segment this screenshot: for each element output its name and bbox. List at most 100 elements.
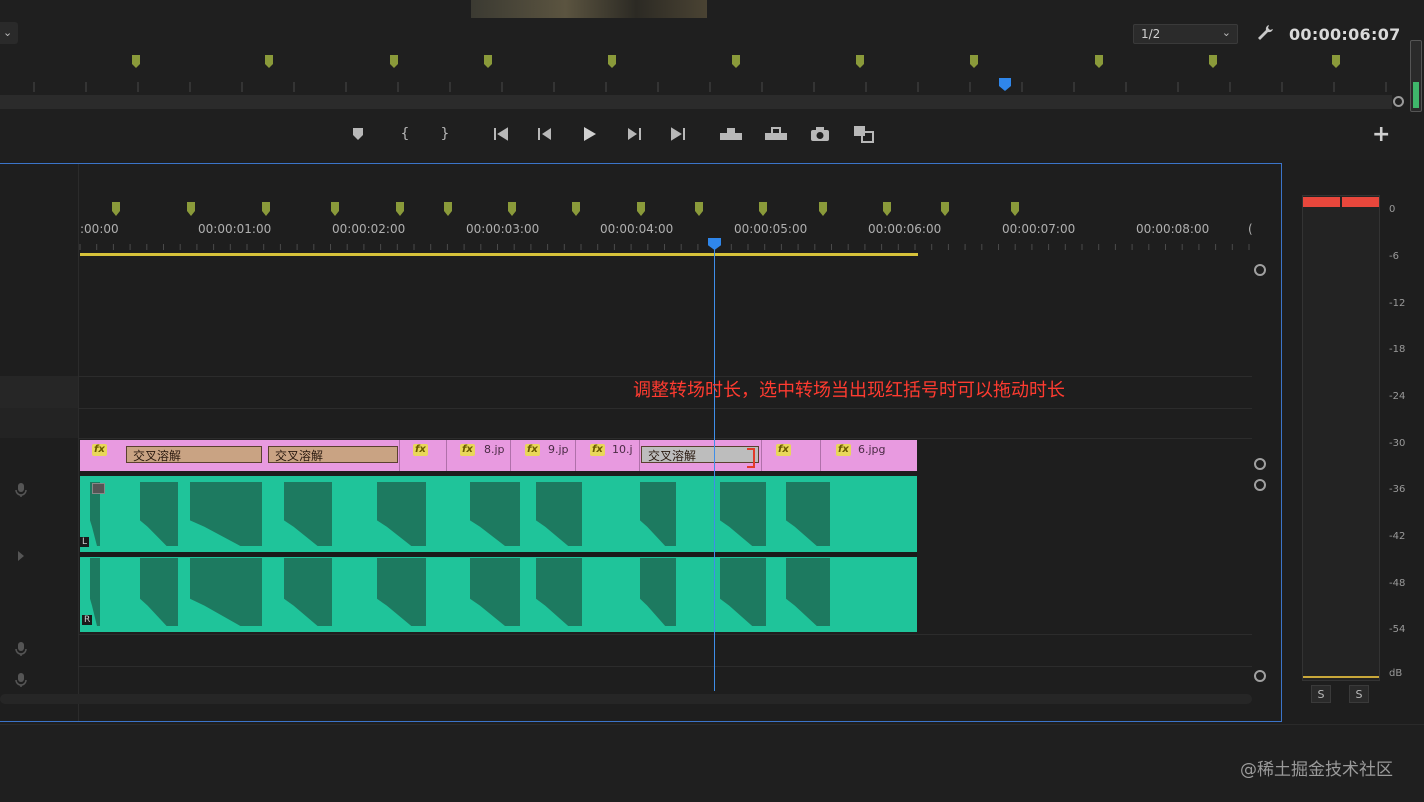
timeline-horizontal-scrollbar[interactable] xyxy=(0,694,1252,704)
add-button[interactable]: + xyxy=(1372,122,1390,147)
video-clip[interactable]: fx xyxy=(762,440,821,471)
transition-cross-dissolve-selected[interactable]: 交叉溶解 xyxy=(641,446,759,463)
db-label: -12 xyxy=(1389,298,1406,309)
solo-right-button[interactable]: S xyxy=(1349,685,1369,703)
fx-badge: fx xyxy=(590,444,605,456)
annotation-text: 调整转场时长，选中转场当出现红括号时可以拖动时长 xyxy=(633,380,1065,401)
right-peak-indicator[interactable] xyxy=(1342,197,1379,207)
ruler-label: :00:00 xyxy=(80,222,119,236)
wrench-icon[interactable] xyxy=(1255,23,1275,43)
marker-icon xyxy=(187,202,195,216)
video-clip[interactable]: fx xyxy=(400,440,447,471)
waveform-segment xyxy=(470,558,520,626)
fx-badge: fx xyxy=(413,444,428,456)
marker-icon xyxy=(1332,55,1340,68)
video-track-v1: fx 交叉溶解 交叉溶解 fx fx 8.jp fx 9.jp fx 10.j … xyxy=(80,440,917,471)
waveform-segment xyxy=(140,482,178,546)
extract-icon[interactable] xyxy=(763,122,789,146)
watermark: @稀土掘金技术社区 xyxy=(1240,760,1393,780)
ruler-label: 00:00:01:00 xyxy=(198,222,271,236)
program-mini-ruler[interactable] xyxy=(0,48,1400,98)
ruler-label: 00:00:05:00 xyxy=(734,222,807,236)
step-back-icon[interactable] xyxy=(532,122,558,146)
marker-icon xyxy=(819,202,827,216)
step-forward-icon[interactable] xyxy=(621,122,647,146)
marker-icon xyxy=(390,55,398,68)
video-clip[interactable]: fx 10.j xyxy=(576,440,640,471)
audio-fx-icon xyxy=(92,483,105,494)
program-timecode[interactable]: 00:00:06:07 xyxy=(1289,25,1401,44)
marker-icon xyxy=(1011,202,1019,216)
audio-zoom-handle[interactable] xyxy=(1254,479,1266,491)
transition-label: 交叉溶解 xyxy=(648,449,697,463)
ruler-label: ( xyxy=(1248,222,1253,236)
bottom-bar xyxy=(0,724,1424,802)
mark-in-icon[interactable]: { xyxy=(392,122,418,146)
work-area-bar[interactable] xyxy=(80,253,918,256)
video-clip[interactable]: fx 6.jpg xyxy=(821,440,917,471)
db-label: -30 xyxy=(1389,438,1406,449)
transition-cross-dissolve[interactable]: 交叉溶解 xyxy=(126,446,262,463)
audio-meter xyxy=(1302,195,1380,681)
mark-out-icon[interactable]: } xyxy=(432,122,458,146)
marker-icon xyxy=(444,202,452,216)
waveform-segment xyxy=(720,482,766,546)
play-icon[interactable] xyxy=(576,122,602,146)
add-marker-icon[interactable] xyxy=(345,122,371,146)
track-header-v3[interactable] xyxy=(0,376,78,408)
marker-icon xyxy=(265,55,273,68)
zoom-handle[interactable] xyxy=(1393,96,1404,107)
fx-badge: fx xyxy=(525,444,540,456)
go-to-in-icon[interactable] xyxy=(489,122,515,146)
left-peak-indicator[interactable] xyxy=(1303,197,1340,207)
marker-icon xyxy=(970,55,978,68)
waveform-segment xyxy=(190,558,262,626)
program-preview-image xyxy=(471,0,707,18)
timeline-ruler[interactable]: :00:00 00:00:01:00 00:00:02:00 00:00:03:00 0… xyxy=(78,164,1258,256)
track-divider xyxy=(78,438,1252,439)
ruler-label: 00:00:07:00 xyxy=(1002,222,1075,236)
marker-icon xyxy=(608,55,616,68)
microphone-icon[interactable] xyxy=(14,641,28,657)
expand-arrow-icon[interactable] xyxy=(17,550,25,562)
marker-icon xyxy=(1095,55,1103,68)
track-headers xyxy=(0,164,79,721)
track-divider xyxy=(78,634,1252,635)
lift-icon[interactable] xyxy=(718,122,744,146)
marker-icon xyxy=(732,55,740,68)
waveform-segment xyxy=(640,558,676,626)
transition-cross-dissolve[interactable]: 交叉溶解 xyxy=(268,446,398,463)
microphone-icon[interactable] xyxy=(14,482,28,498)
compare-view-icon[interactable] xyxy=(851,122,877,146)
program-scrollbar[interactable] xyxy=(0,95,1392,109)
track-header-v2[interactable] xyxy=(0,408,78,438)
chevron-down-icon: ⌄ xyxy=(1221,26,1231,39)
ruler-label: 00:00:06:00 xyxy=(868,222,941,236)
waveform-segment xyxy=(640,482,676,546)
camera-icon[interactable] xyxy=(807,122,833,146)
waveform-segment xyxy=(470,482,520,546)
waveform-segment xyxy=(140,558,178,626)
video-clip[interactable]: fx 8.jp xyxy=(447,440,511,471)
ruler-label: 00:00:02:00 xyxy=(332,222,405,236)
audio-zoom-handle[interactable] xyxy=(1254,670,1266,682)
playback-resolution-select[interactable]: 1/2 ⌄ xyxy=(1133,24,1238,44)
marker-icon xyxy=(941,202,949,216)
left-channel-label: L xyxy=(80,537,90,547)
waveform-segment xyxy=(536,558,582,626)
resolution-value: 1/2 xyxy=(1141,27,1161,41)
marker-icon xyxy=(572,202,580,216)
waveform-segment xyxy=(786,482,830,546)
trim-bracket-icon[interactable] xyxy=(745,447,757,469)
video-clip[interactable]: fx 9.jp xyxy=(511,440,576,471)
video-zoom-handle[interactable] xyxy=(1254,264,1266,276)
solo-left-button[interactable]: S xyxy=(1311,685,1331,703)
video-zoom-handle[interactable] xyxy=(1254,458,1266,470)
db-label: 0 xyxy=(1389,204,1396,215)
go-to-out-icon[interactable] xyxy=(664,122,690,146)
panel-menu-dropdown[interactable]: ⌄ xyxy=(0,22,18,44)
playhead-line[interactable] xyxy=(714,242,715,691)
waveform-segment xyxy=(284,558,332,626)
microphone-icon[interactable] xyxy=(14,672,28,688)
program-monitor-panel: ⌄ 1/2 ⌄ 00:00:06:07 { } + xyxy=(0,0,1424,160)
